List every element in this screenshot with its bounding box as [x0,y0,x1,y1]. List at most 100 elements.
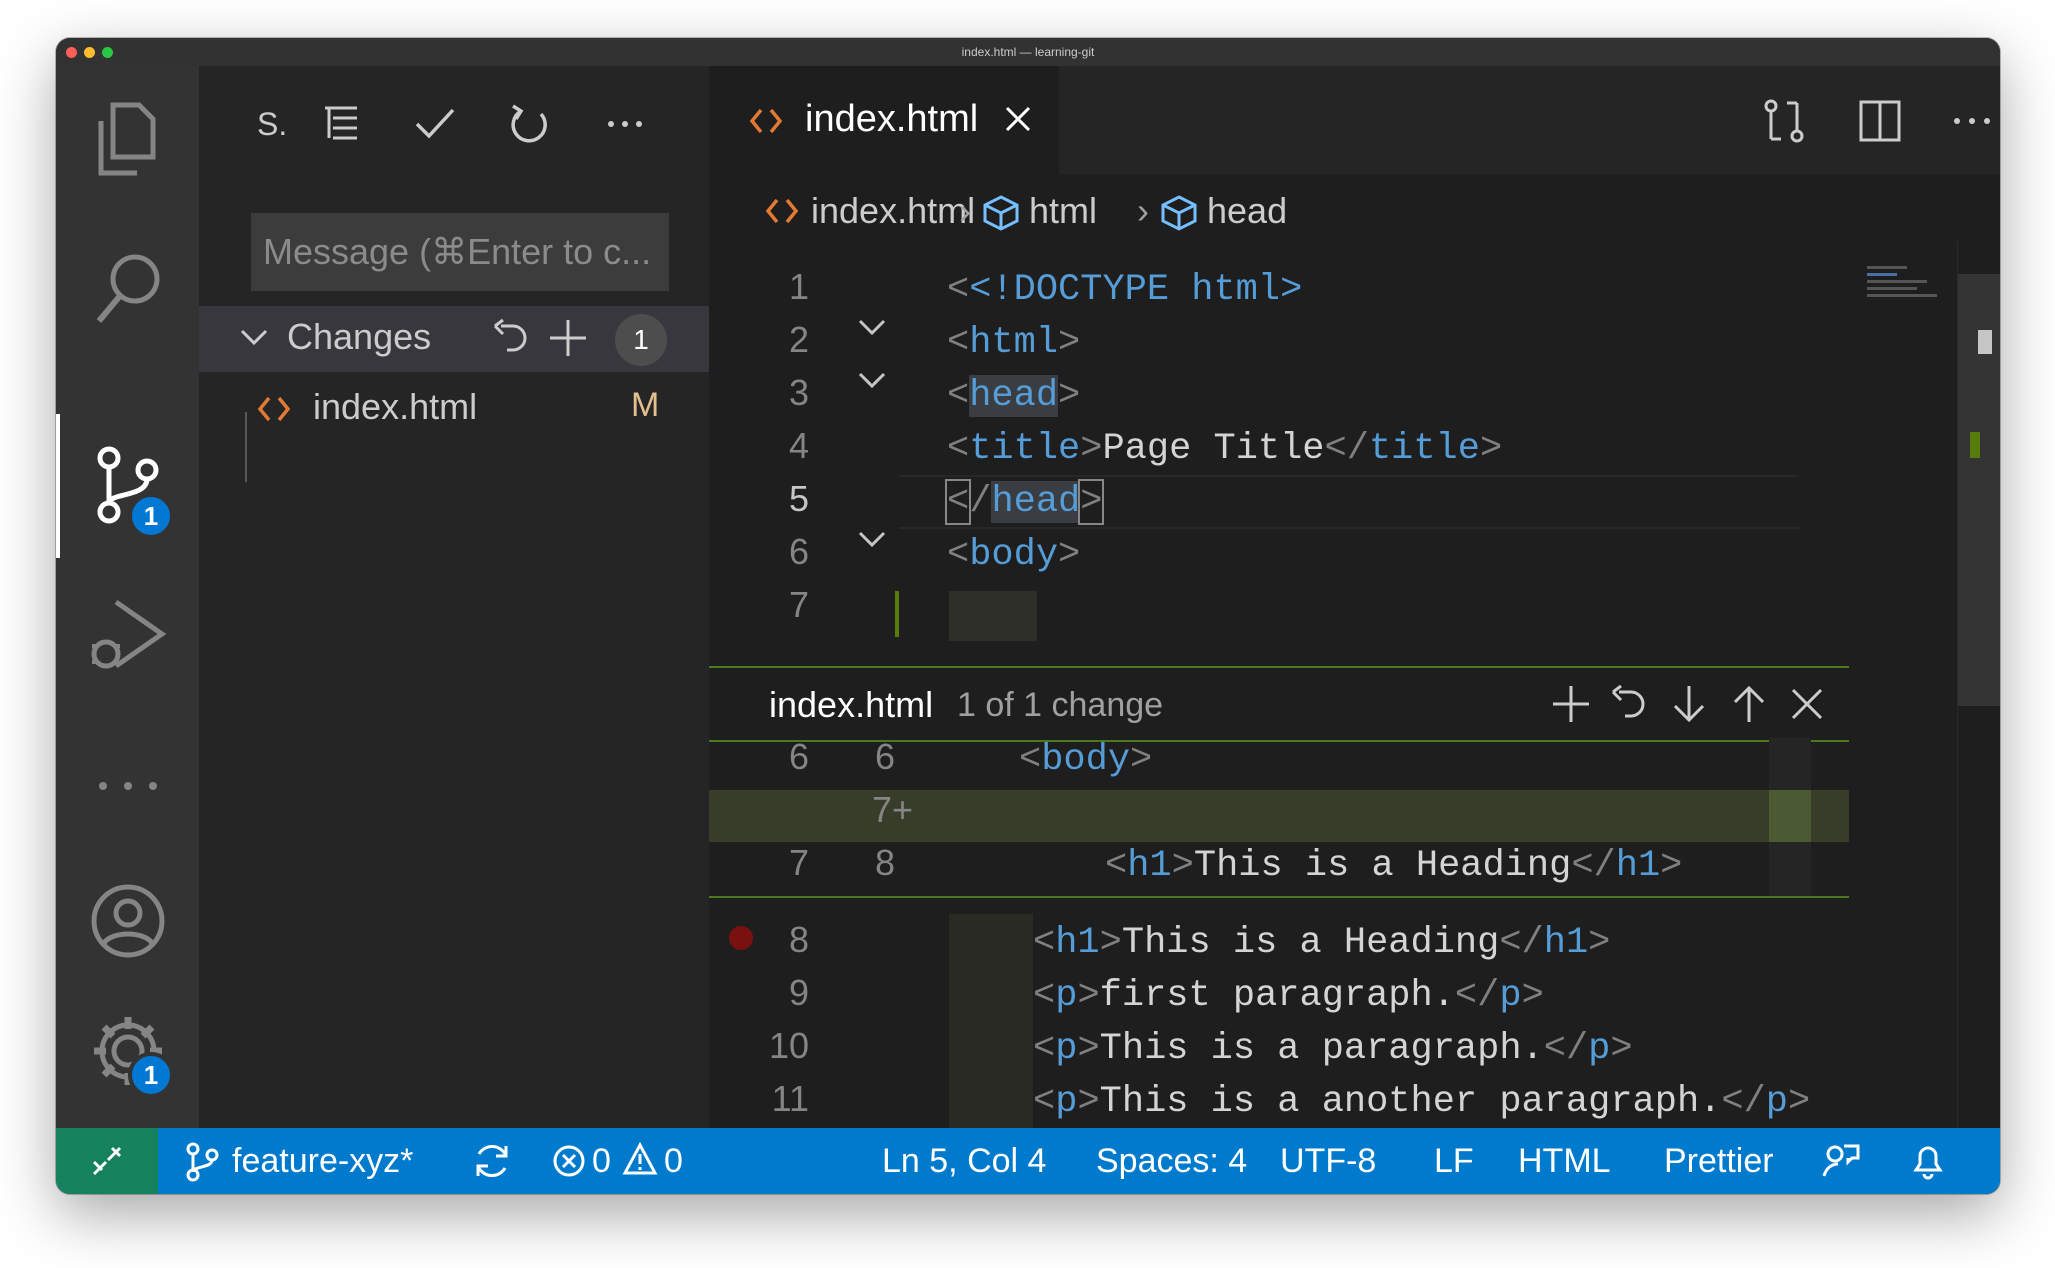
paragraph-3-text: This is a another paragraph. [1099,1081,1722,1123]
inline-diff-header: index.html 1 of 1 change [709,666,1849,742]
more-actions-icon[interactable] [603,102,647,146]
symbol-element-icon [983,195,1019,231]
code-line-5: </head> [944,479,1105,525]
code-line-6: <body> [947,534,1081,576]
cursor-position[interactable]: Ln 5, Col 4 [882,1142,1046,1181]
close-window-button[interactable] [66,47,77,58]
warning-count[interactable]: 0 [664,1142,683,1181]
status-bar: feature-xyz* 0 0 Ln 5, Col 4 Spaces: 4 U… [56,1128,2000,1194]
changes-count-badge: 1 [615,314,667,366]
diff-orig-line: 7 [788,842,809,883]
line-number: 4 [788,425,809,466]
next-change-icon[interactable] [1667,682,1711,726]
line-number: 10 [768,1025,809,1066]
code-line-9: <p>first paragraph.</p> [1033,975,1544,1017]
branch-name[interactable]: feature-xyz* [232,1142,413,1181]
settings-badge: 1 [128,1052,174,1098]
changed-file-name: index.html [313,386,478,427]
refresh-icon[interactable] [507,102,551,146]
symbol-element-icon [1161,195,1197,231]
sidebar-title: S. [257,106,288,142]
line-number: 6 [788,531,809,572]
line-number: 3 [788,372,809,413]
editor-more-icon[interactable] [1949,98,1995,144]
code-line-11: <p>This is a another paragraph.</p> [1033,1081,1811,1123]
title-bar: index.html — learning-git [56,38,2000,66]
paragraph-2-text: This is a paragraph. [1099,1028,1544,1070]
code-line-3: <head> [947,375,1081,417]
more-icon[interactable] [56,721,199,851]
line-number: 9 [788,972,809,1013]
run-debug-icon[interactable] [56,571,199,701]
encoding[interactable]: UTF-8 [1280,1142,1376,1181]
zoom-window-button[interactable] [102,47,113,58]
line-number: 1 [788,266,809,307]
settings-icon[interactable]: 1 [56,986,199,1116]
added-indent-region [949,591,1037,641]
search-icon[interactable] [56,224,199,354]
indentation[interactable]: Spaces: 4 [1096,1142,1247,1181]
diff-mod-line: 8 [874,842,895,883]
html-file-icon [257,396,291,422]
fold-chevron-icon[interactable] [857,528,887,552]
language-mode[interactable]: HTML [1518,1142,1611,1181]
diff-heading-text: This is a Heading [1193,845,1572,887]
chevron-down-icon [240,329,268,346]
view-as-tree-icon[interactable] [319,102,363,146]
code-line-1: <<!DOCTYPE html> [947,269,1303,311]
feedback-icon[interactable] [1822,1142,1860,1180]
diff-bottom-border [709,896,1849,898]
tab-label: index.html [805,98,979,140]
remote-indicator[interactable] [56,1128,158,1194]
line-number: 7 [788,584,809,625]
changed-file-row[interactable]: index.html M [199,376,709,442]
fold-chevron-icon[interactable] [857,369,887,393]
end-of-line[interactable]: LF [1434,1142,1474,1181]
diff-overview-added-marker [1769,790,1811,842]
breadcrumb-separator-icon: › [1137,190,1149,231]
diff-file-name: index.html [769,684,934,725]
split-editor-icon[interactable] [1857,98,1903,144]
code-line-10: <p>This is a paragraph.</p> [1033,1028,1633,1070]
stage-change-icon[interactable] [1549,682,1593,726]
commit-message-input[interactable] [251,213,669,291]
diff-change-summary: 1 of 1 change [957,686,1164,724]
error-icon [553,1145,585,1177]
close-tab-icon[interactable] [1003,104,1033,134]
commit-check-icon[interactable] [413,102,457,146]
fold-chevron-icon[interactable] [857,316,887,340]
revert-change-icon[interactable] [1607,682,1651,726]
line-number: 8 [788,919,809,960]
minimap[interactable] [1867,262,1957,322]
open-changes-icon[interactable] [1761,98,1807,144]
breadcrumb-file[interactable]: index.html [811,190,975,232]
stage-all-changes-icon[interactable] [547,316,589,360]
changes-label: Changes [287,316,432,357]
html-file-icon [749,108,783,134]
diff-code-line-8: <h1>This is a Heading</h1> [1105,845,1683,887]
code-line-8: <h1>This is a Heading</h1> [1033,922,1611,964]
diff-code-line-6: <body> [1019,739,1153,781]
doctype-text: <!DOCTYPE html> [969,269,1303,311]
window-title: index.html — learning-git [961,45,1095,59]
breadcrumb-html[interactable]: html [1029,190,1097,232]
breadcrumb: index.html › html › head [709,174,2000,242]
source-control-icon[interactable]: 1 [56,421,199,551]
breadcrumb-head[interactable]: head [1207,190,1287,232]
formatter[interactable]: Prettier [1664,1142,1774,1181]
heading-text: This is a Heading [1121,922,1500,964]
explorer-icon[interactable] [56,74,199,204]
notifications-bell-icon[interactable] [1910,1142,1946,1180]
tab-index-html[interactable]: index.html [709,66,1059,174]
sync-icon[interactable] [472,1142,512,1180]
diff-orig-line: 6 [788,736,809,777]
accounts-icon[interactable] [56,856,199,986]
discard-all-changes-icon[interactable] [489,316,531,360]
scrollbar-position-marker [1978,330,1992,354]
error-count[interactable]: 0 [592,1142,611,1181]
minimize-window-button[interactable] [84,47,95,58]
close-diff-icon[interactable] [1785,682,1829,726]
line-number: 11 [771,1078,809,1119]
previous-change-icon[interactable] [1727,682,1771,726]
changes-group-header[interactable]: Changes 1 [199,306,709,372]
